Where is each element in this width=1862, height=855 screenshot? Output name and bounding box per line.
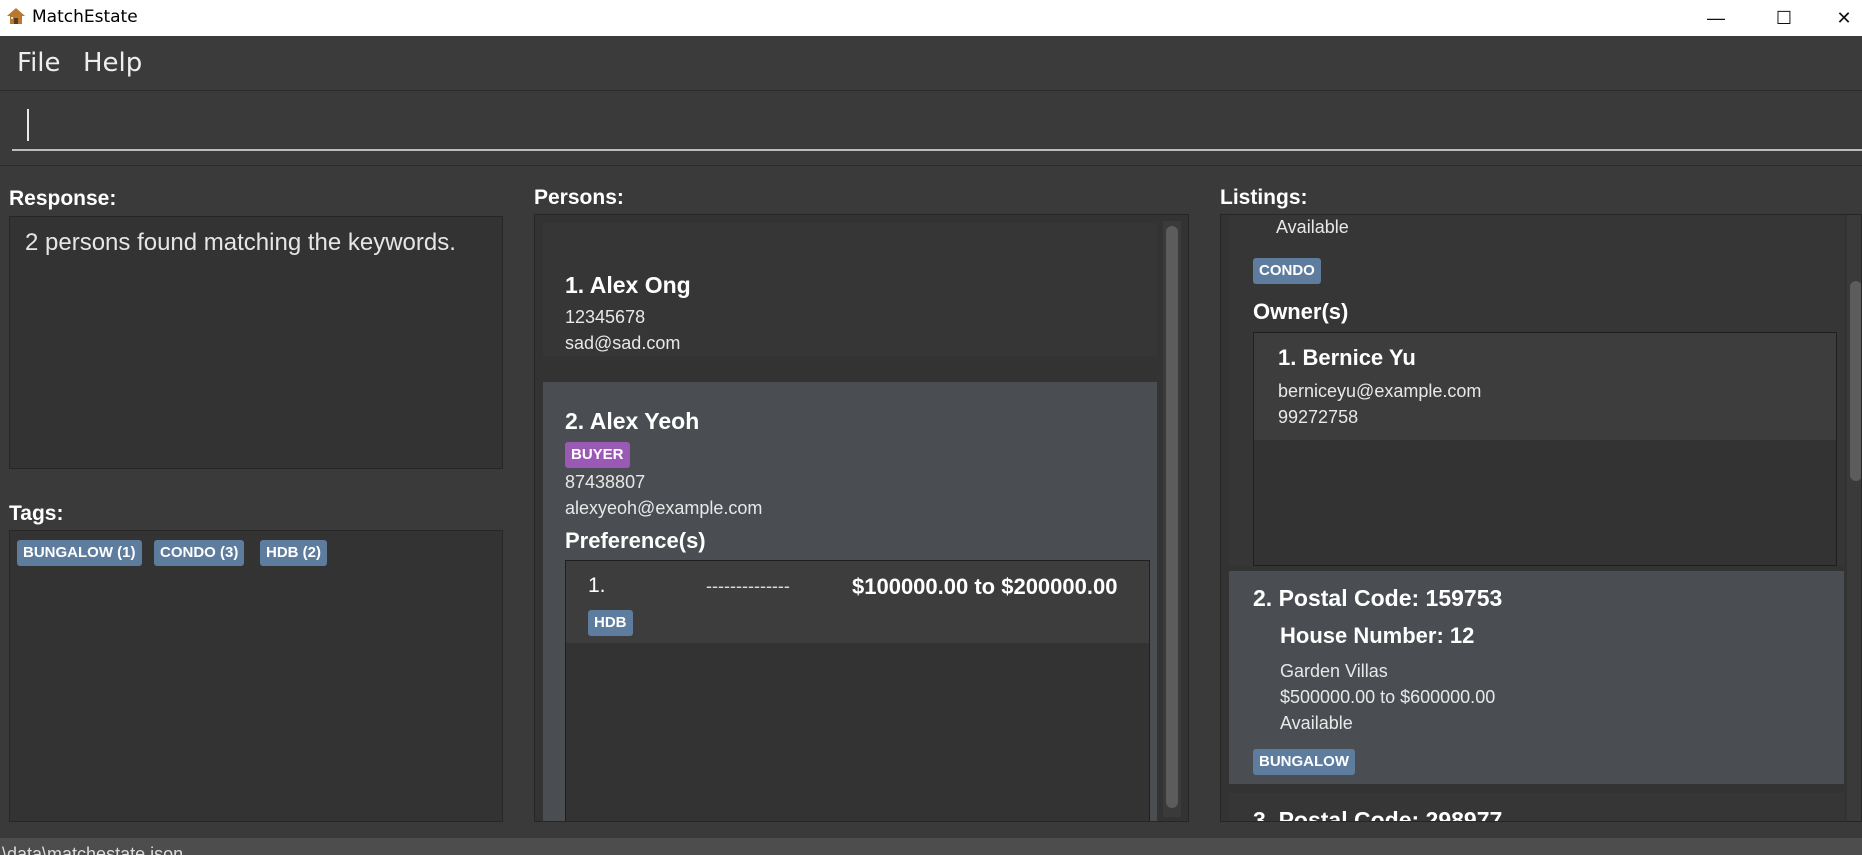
status-file-path: \data\matchestate.json — [2, 844, 184, 855]
listing-postal-code: 2. Postal Code: 159753 — [1253, 585, 1503, 611]
status-bar: \data\matchestate.json — [0, 838, 1862, 855]
scroll-thumb[interactable] — [1850, 281, 1861, 481]
listing-status: Available — [1276, 217, 1349, 237]
preference-card[interactable]: 1. -------------- $100000.00 to $200000.… — [566, 561, 1149, 643]
close-button[interactable]: ✕ — [1816, 0, 1862, 36]
tag-bungalow: BUNGALOW (1) — [17, 540, 142, 566]
preference-range: $100000.00 to $200000.00 — [852, 574, 1118, 599]
title-bar: MatchEstate — ☐ ✕ — [0, 0, 1862, 36]
listing-house-number: House Number: 12 — [1280, 623, 1475, 648]
listing-card-selected[interactable]: 2. Postal Code: 159753 House Number: 12 … — [1229, 571, 1844, 784]
persons-list[interactable]: 1. Alex Ong 12345678 sad@sad.com 2. Alex… — [534, 214, 1189, 822]
menu-help[interactable]: Help — [83, 48, 142, 78]
owner-card[interactable]: 1. Bernice Yu berniceyu@example.com 9927… — [1254, 333, 1836, 440]
listing-price: $500000.00 to $600000.00 — [1280, 687, 1496, 707]
preferences-list: 1. -------------- $100000.00 to $200000.… — [565, 560, 1150, 821]
listing-postal-code: 3. Postal Code: 298977 — [1253, 807, 1503, 822]
listing-tag: BUNGALOW — [1253, 749, 1355, 775]
owners-heading: Owner(s) — [1253, 299, 1349, 324]
response-box: 2 persons found matching the keywords. — [9, 216, 503, 469]
listing-status: Available — [1280, 713, 1353, 733]
owner-email: berniceyu@example.com — [1278, 381, 1482, 401]
maximize-icon: ☐ — [1775, 7, 1793, 28]
listings-label: Listings: — [1220, 186, 1308, 209]
person-phone: 87438807 — [565, 472, 646, 492]
response-text: 2 persons found matching the keywords. — [25, 229, 456, 256]
command-input[interactable] — [12, 103, 1862, 151]
buyer-tag: BUYER — [565, 442, 630, 468]
persons-scrollbar[interactable] — [1163, 221, 1181, 817]
owners-list: 1. Bernice Yu berniceyu@example.com 9927… — [1253, 332, 1837, 566]
person-email: alexyeoh@example.com — [565, 498, 763, 518]
window-title: MatchEstate — [32, 7, 138, 27]
listing-card[interactable]: Available CONDO Owner(s) 1. Bernice Yu b… — [1229, 215, 1844, 566]
close-icon: ✕ — [1836, 7, 1852, 28]
scroll-thumb[interactable] — [1166, 226, 1178, 808]
listings-scrollbar[interactable] — [1847, 215, 1861, 821]
listings-list[interactable]: Available CONDO Owner(s) 1. Bernice Yu b… — [1220, 214, 1862, 822]
maximize-button[interactable]: ☐ — [1756, 0, 1812, 36]
preference-dashes: -------------- — [706, 576, 790, 596]
person-email: sad@sad.com — [565, 333, 681, 353]
person-name: 1. Alex Ong — [565, 272, 691, 298]
owner-phone: 99272758 — [1278, 407, 1359, 427]
owner-name: 1. Bernice Yu — [1278, 345, 1416, 370]
house-icon — [7, 8, 25, 24]
tag-condo: CONDO (3) — [154, 540, 245, 566]
command-box — [0, 91, 1862, 166]
tag-hdb: HDB (2) — [260, 540, 327, 566]
preference-tag: HDB — [588, 610, 633, 636]
listing-card[interactable]: 3. Postal Code: 298977 — [1229, 793, 1844, 822]
minimize-icon: — — [1707, 7, 1725, 28]
tags-label: Tags: — [9, 502, 64, 525]
response-label: Response: — [9, 187, 117, 210]
text-caret — [27, 109, 29, 141]
menu-file[interactable]: File — [17, 48, 61, 78]
menu-bar: File Help — [0, 36, 1862, 91]
person-name: 2. Alex Yeoh — [565, 408, 700, 434]
minimize-button[interactable]: — — [1688, 0, 1744, 36]
tags-box: BUNGALOW (1) CONDO (3) HDB (2) — [9, 530, 503, 822]
person-card-selected[interactable]: 2. Alex Yeoh BUYER 87438807 alexyeoh@exa… — [543, 382, 1157, 821]
person-card[interactable]: 1. Alex Ong 12345678 sad@sad.com — [543, 223, 1157, 356]
preferences-heading: Preference(s) — [565, 528, 706, 553]
listing-name: Garden Villas — [1280, 661, 1388, 681]
person-phone: 12345678 — [565, 307, 646, 327]
persons-label: Persons: — [534, 186, 624, 209]
listing-tag: CONDO — [1253, 258, 1321, 284]
preference-index: 1. — [588, 574, 606, 597]
